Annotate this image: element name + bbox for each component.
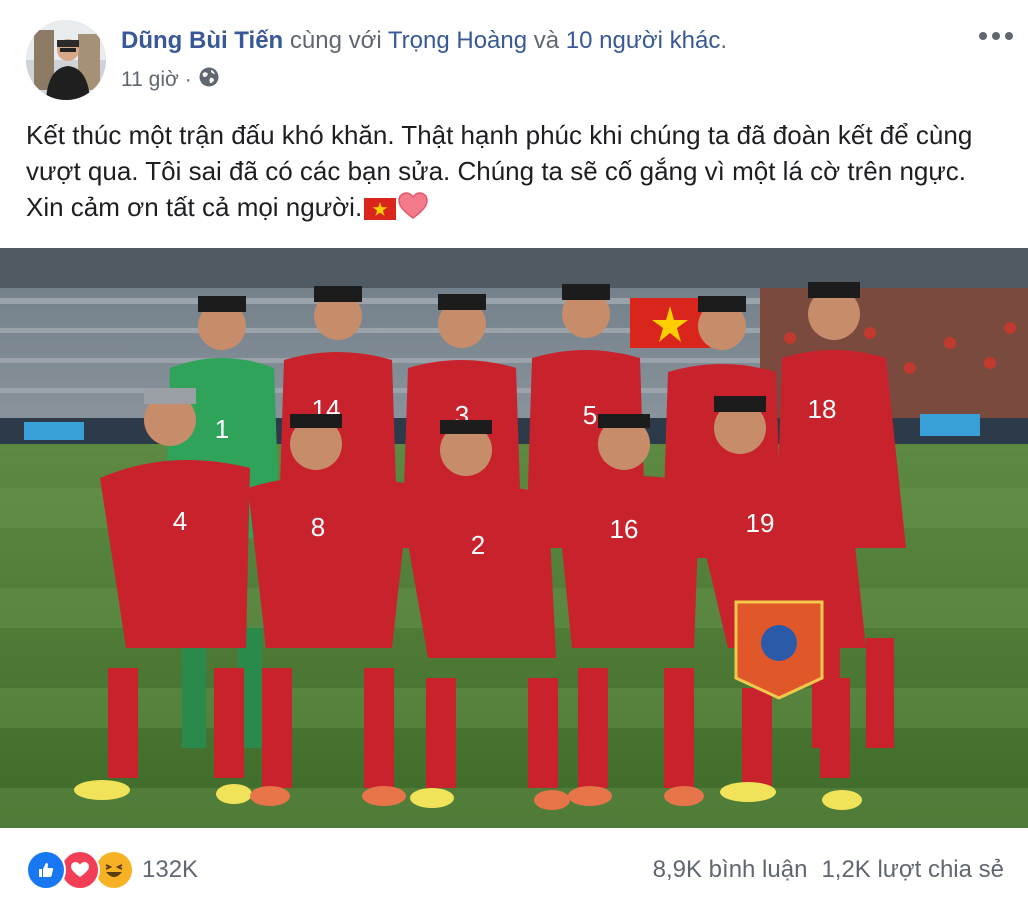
with-text: cùng với xyxy=(283,27,388,54)
others-link[interactable]: 10 người khác xyxy=(566,27,721,54)
and-text: và xyxy=(527,27,566,54)
engagement-stats: 8,9K bình luận 1,2K lượt chia sẻ xyxy=(653,856,1004,884)
post-meta: 11 giờ · xyxy=(121,66,220,94)
jersey-number: 18 xyxy=(808,394,837,424)
post-body-text: Kết thúc một trận đấu khó khăn. Thật hạn… xyxy=(26,120,973,222)
jersey-number: 8 xyxy=(311,512,325,542)
tagged-person-link[interactable]: Trọng Hoàng xyxy=(388,27,527,54)
jersey-number: 16 xyxy=(610,514,639,544)
post-time[interactable]: 11 giờ xyxy=(121,68,179,92)
vietnam-flag-emoji xyxy=(364,193,397,229)
avatar-image xyxy=(26,20,106,100)
jersey-number: 4 xyxy=(173,506,187,536)
author-name-link[interactable]: Dũng Bùi Tiến xyxy=(121,27,283,54)
comments-count[interactable]: 8,9K bình luận xyxy=(653,856,808,884)
shares-count[interactable]: 1,2K lượt chia sẻ xyxy=(821,856,1004,884)
team-photo-image: 1 14 3 5 18 4 8 2 16 19 xyxy=(0,248,1028,828)
haha-icon xyxy=(94,850,134,890)
meta-separator: · xyxy=(184,68,192,91)
globe-icon[interactable] xyxy=(198,66,220,94)
more-horizontal-icon xyxy=(979,32,1013,40)
heart-emoji xyxy=(398,192,428,229)
reaction-count[interactable]: 132K xyxy=(142,856,198,884)
more-options-button[interactable] xyxy=(976,22,1016,50)
post-header: Dũng Bùi Tiến cùng với Trọng Hoàng và 10… xyxy=(121,27,727,55)
facebook-post: Dũng Bùi Tiến cùng với Trọng Hoàng và 10… xyxy=(0,0,1028,906)
post-photo[interactable]: 1 14 3 5 18 4 8 2 16 19 xyxy=(0,248,1028,828)
reactions-summary[interactable]: 132K xyxy=(26,850,198,890)
jersey-number: 2 xyxy=(471,530,485,560)
post-body: Kết thúc một trận đấu khó khăn. Thật hạn… xyxy=(26,117,1001,229)
jersey-number: 1 xyxy=(215,414,229,444)
jersey-number: 5 xyxy=(583,400,597,430)
like-icon xyxy=(26,850,66,890)
author-avatar[interactable] xyxy=(26,20,106,100)
post-footer: 132K 8,9K bình luận 1,2K lượt chia sẻ xyxy=(0,836,1028,906)
love-icon xyxy=(60,850,100,890)
period-text: . xyxy=(720,27,728,54)
jersey-number: 19 xyxy=(746,508,775,538)
